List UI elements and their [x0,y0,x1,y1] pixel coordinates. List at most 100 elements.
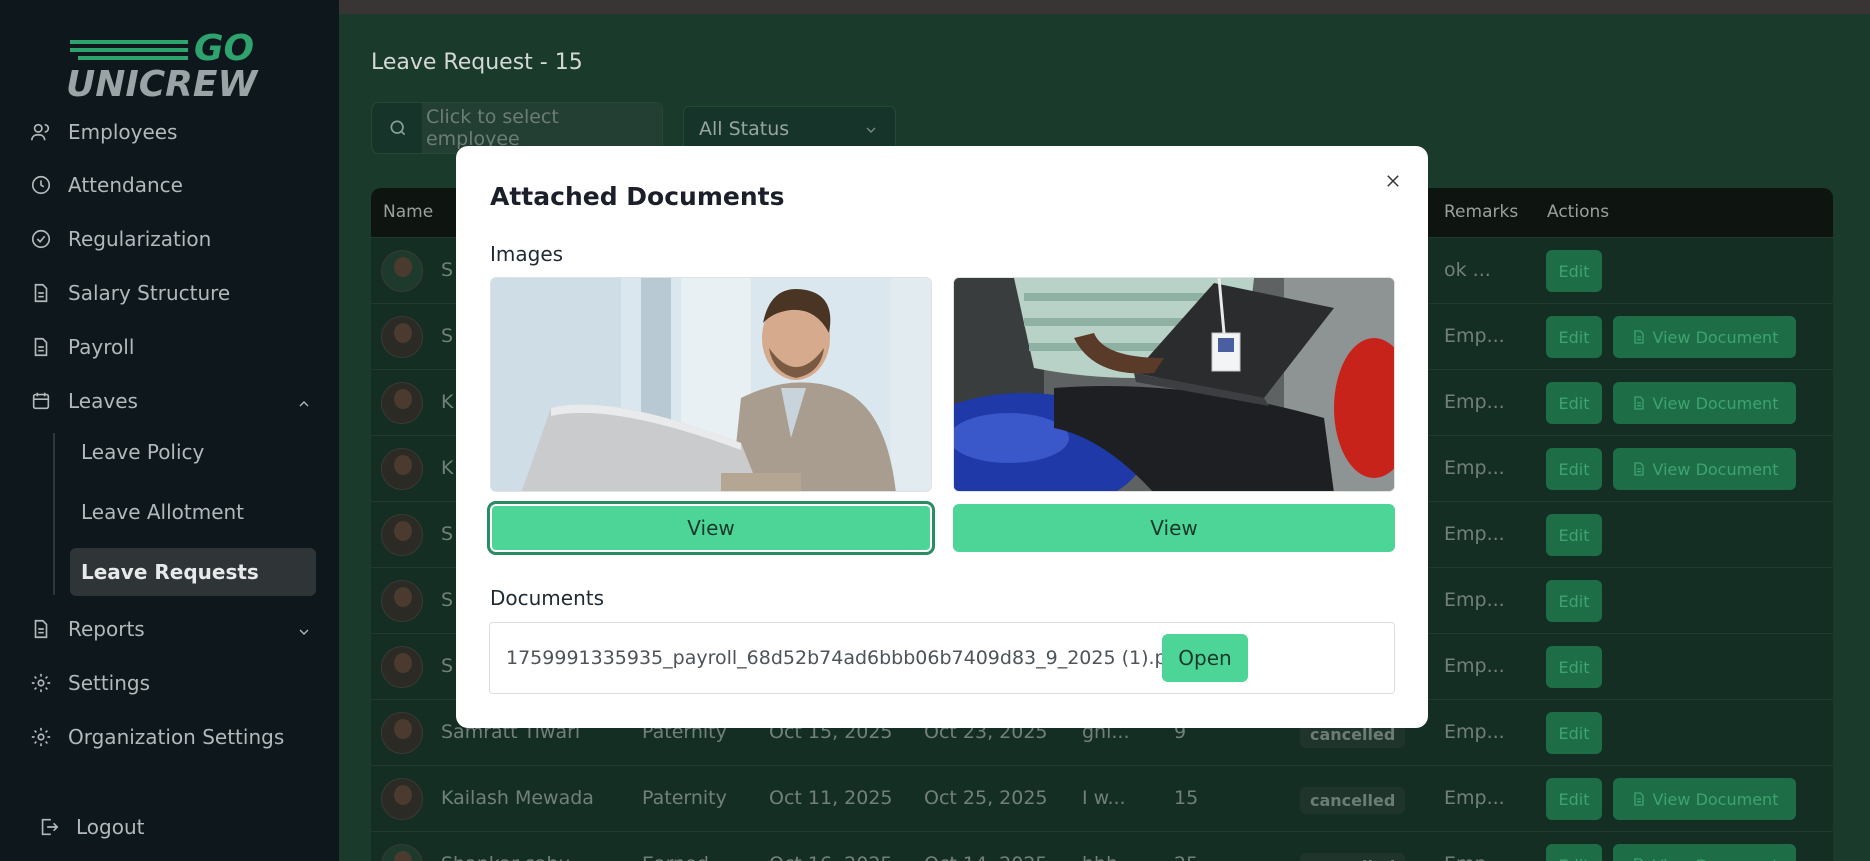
calendar-icon [30,390,52,412]
avatar [381,382,423,424]
page-title: Leave Request - 15 [371,50,583,75]
table-row[interactable]: Kailash Mewada Paternity Oct 11, 2025 Oc… [371,765,1833,831]
file-icon [1633,858,1643,861]
reason-cell: I w... [1082,787,1126,809]
documents-section-label: Documents [490,586,605,610]
sidebar-item-attendance[interactable]: Attendance [30,165,183,205]
sidebar-item-leave-allotment[interactable]: Leave Allotment [70,488,316,536]
remarks-cell: Emp... [1444,391,1505,413]
file-icon [1633,396,1644,410]
sidebar-item-label: Payroll [68,335,135,359]
document-icon [30,282,52,304]
view-document-label: View Document [1652,459,1779,479]
sidebar-item-leave-requests[interactable]: Leave Requests [70,548,316,596]
sub-item-label: Leave Allotment [81,500,245,524]
avatar [381,316,423,358]
attachment-image-1[interactable] [490,277,932,492]
remarks-cell: Emp... [1444,325,1505,347]
sidebar-item-label: Regularization [68,227,212,251]
days-cell: 25 [1174,853,1198,861]
chevron-down-icon[interactable] [296,621,312,637]
view-document-button[interactable]: View Document [1613,844,1796,861]
employee-name: S [441,325,454,347]
sidebar-item-regularization[interactable]: Regularization [30,219,211,259]
logout-label: Logout [76,815,145,839]
attachment-image-2[interactable] [953,277,1395,492]
attached-documents-modal: Attached Documents Images View View Docu… [456,146,1428,728]
sidebar-item-settings[interactable]: Settings [30,663,150,703]
document-item: 1759991335935_payroll_68d52b74ad6bbb06b7… [489,622,1395,694]
column-header-remarks[interactable]: Remarks [1444,202,1518,222]
employee-name: S [441,523,454,545]
document-icon [30,336,52,358]
view-document-label: View Document [1653,856,1779,861]
sidebar-item-label: Settings [68,671,151,695]
edit-button[interactable]: Edit [1546,844,1602,861]
view-document-label: View Document [1652,327,1779,347]
sidebar-item-label: Organization Settings [68,725,285,749]
sidebar-item-payroll[interactable]: Payroll [30,327,134,367]
edit-button[interactable]: Edit [1546,712,1602,754]
logout-button[interactable]: Logout [38,807,144,847]
sidebar-item-reports[interactable]: Reports [30,609,310,649]
table-row[interactable]: Shankar sahu Earned Oct 16, 2025 Oct 14,… [371,831,1833,861]
status-filter-value: All Status [699,118,790,140]
file-icon [1633,330,1644,344]
avatar [381,580,423,622]
avatar [381,250,423,292]
sidebar-item-label: Leaves [68,389,138,413]
view-document-button[interactable]: View Document [1613,778,1796,820]
to-date: Oct 25, 2025 [924,787,1048,809]
view-image-1-button[interactable]: View [487,501,935,555]
modal-title: Attached Documents [490,182,785,211]
avatar [381,514,423,556]
svg-text:GO: GO [194,28,254,69]
logout-icon [38,816,60,838]
employee-name: S [441,259,454,281]
avatar [381,646,423,688]
to-date: Oct 14, 2025 [924,853,1048,861]
chevron-up-icon[interactable] [296,393,312,409]
edit-button[interactable]: Edit [1546,580,1602,622]
edit-button[interactable]: Edit [1546,778,1602,820]
column-header-actions: Actions [1547,202,1610,222]
edit-button[interactable]: Edit [1546,448,1602,490]
view-image-2-button[interactable]: View [953,504,1395,552]
sidebar-item-organization-settings[interactable]: Organization Settings [30,717,284,757]
sidebar-item-label: Attendance [68,173,183,197]
sub-item-label: Leave Policy [81,440,205,464]
view-document-button[interactable]: View Document [1613,448,1796,490]
remarks-cell: Emp... [1444,721,1505,743]
edit-button[interactable]: Edit [1546,382,1602,424]
days-cell: 15 [1174,787,1199,809]
edit-button[interactable]: Edit [1546,250,1602,292]
gear-icon [30,672,52,694]
column-header-name[interactable]: Name [383,202,433,222]
close-icon[interactable] [1380,168,1406,194]
employee-name: K [441,391,454,413]
check-circle-icon [30,228,52,250]
sidebar-item-label: Reports [68,617,145,641]
sidebar-item-employees[interactable]: Employees [30,112,177,152]
edit-button[interactable]: Edit [1546,514,1602,556]
reason-cell: hhh [1082,853,1118,861]
edit-button[interactable]: Edit [1546,316,1602,358]
avatar [381,778,423,820]
status-badge: cancelled [1300,787,1406,814]
edit-button[interactable]: Edit [1546,646,1602,688]
sidebar-item-label: Employees [68,120,178,144]
images-section-label: Images [490,242,564,266]
document-filename: 1759991335935_payroll_68d52b74ad6bbb06b7… [506,647,1186,669]
view-document-button[interactable]: View Document [1613,316,1796,358]
view-document-button[interactable]: View Document [1613,382,1796,424]
chevron-down-icon [863,121,879,137]
leave-type: Paternity [642,787,727,809]
sub-item-label: Leave Requests [81,560,259,584]
sidebar-item-leaves[interactable]: Leaves [30,381,310,421]
sidebar-item-leave-policy[interactable]: Leave Policy [70,428,316,476]
open-document-button[interactable]: Open [1162,634,1248,682]
sidebar-item-salary-structure[interactable]: Salary Structure [30,273,230,313]
submenu-guide-line [53,433,55,595]
users-icon [30,121,52,143]
svg-text:UNICREW: UNICREW [66,64,259,100]
